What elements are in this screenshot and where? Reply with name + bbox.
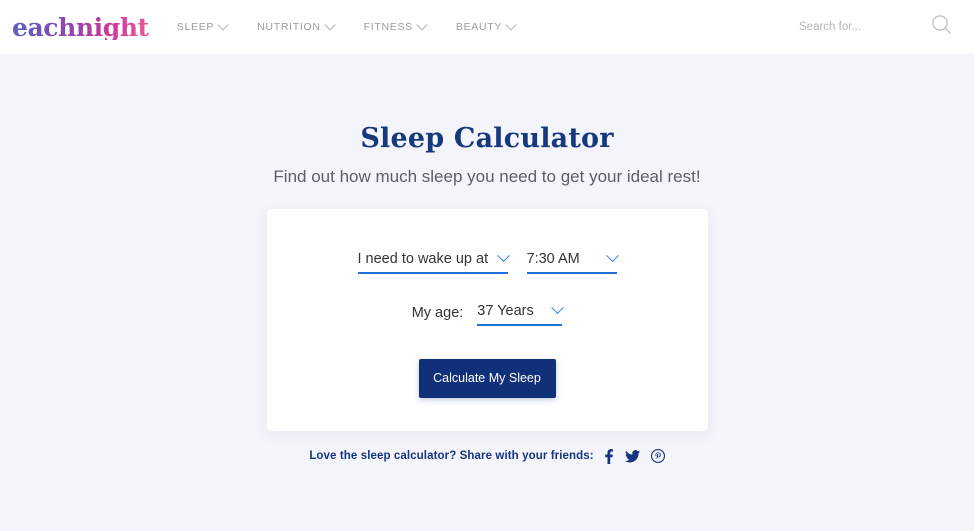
site-header: eachnight SLEEP NUTRITION FITNESS BEAUTY xyxy=(0,0,974,54)
nav-item-sleep[interactable]: SLEEP xyxy=(176,19,229,33)
calculate-my-sleep-button[interactable]: Calculate My Sleep xyxy=(418,358,556,398)
main-content: Sleep Calculator Find out how much sleep… xyxy=(0,54,974,464)
age-label: My age: xyxy=(411,305,464,322)
share-prompt-text: Love the sleep calculator? Share with yo… xyxy=(309,450,594,463)
sleep-goal-select[interactable]: I need to wake up at xyxy=(357,249,510,274)
chevron-down-icon xyxy=(323,19,336,31)
chevron-down-icon xyxy=(416,19,428,31)
wake-time-select[interactable]: 7:30 AM xyxy=(526,249,619,274)
nav-item-nutrition[interactable]: NUTRITION xyxy=(257,19,336,33)
page-subtitle: Find out how much sleep you need to get … xyxy=(273,166,701,186)
calculator-row-age: My age: 37 Years xyxy=(267,274,708,326)
header-search-area xyxy=(797,14,964,40)
share-bar: Love the sleep calculator? Share with yo… xyxy=(0,431,974,464)
search-icon[interactable] xyxy=(931,14,952,40)
nav-item-label: SLEEP xyxy=(176,21,215,33)
chevron-down-icon xyxy=(551,301,565,315)
wake-time-value: 7:30 AM xyxy=(526,250,580,267)
age-value: 37 Years xyxy=(477,302,534,319)
search-input[interactable] xyxy=(797,20,911,34)
nav-item-label: FITNESS xyxy=(363,21,413,33)
facebook-icon[interactable] xyxy=(603,448,614,464)
chevron-down-icon xyxy=(217,19,229,31)
nav-item-beauty[interactable]: BEAUTY xyxy=(455,19,517,33)
primary-navigation: SLEEP NUTRITION FITNESS BEAUTY xyxy=(176,19,517,33)
calculator-row-goal-time: I need to wake up at 7:30 AM xyxy=(267,209,708,274)
nav-item-fitness[interactable]: FITNESS xyxy=(363,19,428,33)
sleep-goal-value: I need to wake up at xyxy=(357,250,489,267)
age-select[interactable]: 37 Years xyxy=(477,301,565,326)
share-icon-group xyxy=(603,448,665,464)
calculator-submit-area: Calculate My Sleep xyxy=(267,326,708,398)
site-logo[interactable]: eachnight xyxy=(12,15,149,40)
chevron-down-icon xyxy=(605,249,619,263)
twitter-icon[interactable] xyxy=(624,449,640,463)
chevron-down-icon xyxy=(496,249,510,263)
nav-item-label: BEAUTY xyxy=(455,21,503,33)
pinterest-icon[interactable] xyxy=(650,449,665,464)
page-title: Sleep Calculator xyxy=(360,123,614,154)
sleep-calculator-card: I need to wake up at 7:30 AM My age: 37 … xyxy=(266,208,708,431)
chevron-down-icon xyxy=(505,19,517,31)
nav-item-label: NUTRITION xyxy=(257,21,321,33)
